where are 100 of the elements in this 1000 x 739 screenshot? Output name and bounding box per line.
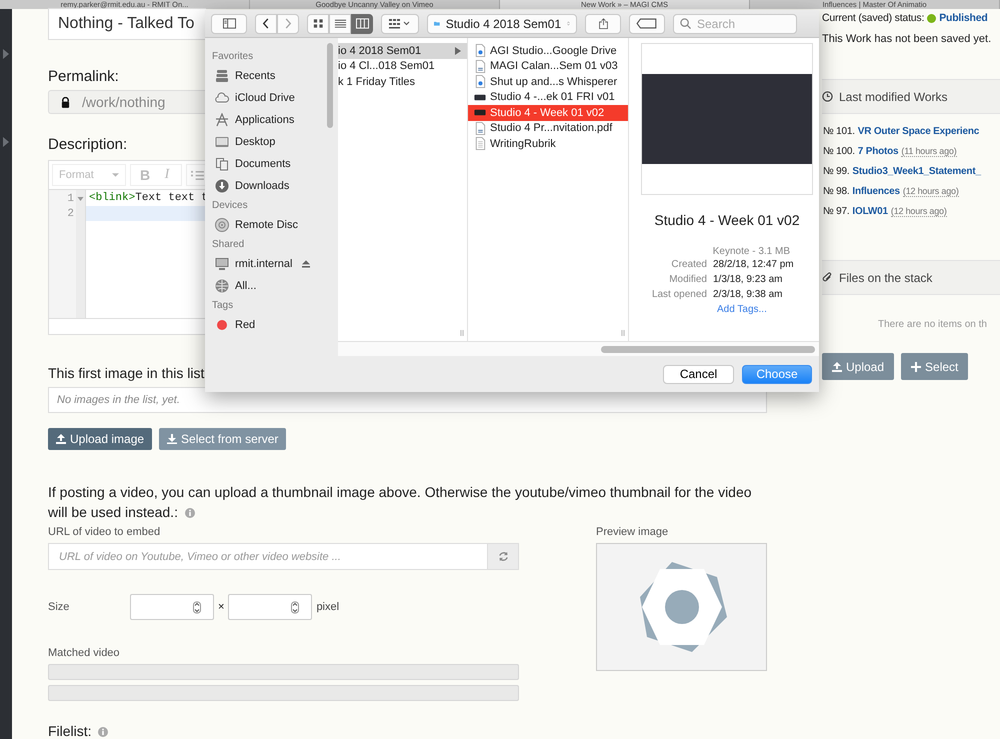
- times-sign: ×: [218, 601, 224, 613]
- stepper-icon[interactable]: [193, 600, 201, 614]
- sidebar-item[interactable]: All...: [212, 275, 335, 297]
- scrollbar[interactable]: [601, 346, 815, 352]
- sidebar-icon: [222, 18, 236, 29]
- document-icon: [474, 137, 486, 150]
- fold-icon[interactable]: [77, 196, 84, 201]
- sidebar-heading: Favorites: [212, 51, 254, 62]
- field-label: This first image in this list: [48, 365, 204, 382]
- work-link[interactable]: Influences: [852, 186, 900, 197]
- work-link[interactable]: IOLW01: [852, 206, 888, 217]
- field-label: Permalink:: [48, 68, 119, 85]
- refresh-button[interactable]: [488, 543, 519, 570]
- field-label: Matched video: [48, 647, 121, 659]
- sidebar-item[interactable]: Desktop: [212, 131, 335, 153]
- back-button[interactable]: [255, 14, 277, 34]
- file-row[interactable]: Shut up and...s Whisperer: [468, 74, 628, 90]
- share-button[interactable]: [585, 14, 621, 34]
- grid-icon: [312, 18, 324, 29]
- info-icon[interactable]: [184, 508, 195, 518]
- documents-icon: [215, 157, 229, 171]
- tag-button[interactable]: [629, 14, 665, 34]
- cloud-icon: [215, 91, 229, 105]
- search-field[interactable]: Search: [673, 14, 797, 34]
- column-resize-handle[interactable]: [621, 330, 625, 336]
- line-number: 2: [67, 208, 74, 220]
- disclosure-triangle-icon: [455, 46, 461, 55]
- sidebar-item[interactable]: Documents: [212, 153, 335, 175]
- file-row[interactable]: AGI Studio...Google Drive: [468, 43, 628, 58]
- sidebar-item[interactable]: Downloads: [212, 175, 335, 197]
- sidebar-item[interactable]: rmit.internal: [212, 253, 335, 275]
- back-icon: [262, 18, 270, 29]
- file-row[interactable]: WritingRubrik: [468, 136, 628, 152]
- sidebar-item[interactable]: Recents: [212, 65, 335, 87]
- paperclip-icon: [822, 272, 833, 283]
- column-resize-handle[interactable]: [460, 330, 464, 336]
- time-ago: (11 hours ago): [901, 146, 956, 157]
- work-link[interactable]: 7 Photos: [858, 146, 898, 157]
- view-mode-button[interactable]: [329, 14, 351, 34]
- lock-icon: [61, 96, 70, 108]
- path-dropdown[interactable]: Studio 4 2018 Sem01: [427, 14, 577, 34]
- add-tags-link[interactable]: Add Tags...: [717, 302, 767, 317]
- file-row[interactable]: MAGI Calan...Sem 01 v03: [468, 58, 628, 74]
- work-link[interactable]: VR Outer Space Experienc: [858, 126, 980, 137]
- eject-icon[interactable]: [302, 260, 310, 268]
- time-ago: (12 hours ago): [902, 186, 959, 197]
- desktop-icon: [215, 135, 229, 149]
- width-input[interactable]: [130, 594, 214, 620]
- share-icon: [596, 18, 610, 29]
- sidebar-toggle-button[interactable]: [211, 14, 247, 34]
- sidebar-heading: Devices: [212, 200, 249, 211]
- sidebar-item[interactable]: Remote Disc: [212, 214, 335, 236]
- applications-icon: [215, 113, 229, 127]
- file-row[interactable]: Studio 4 -...ek 01 FRI v01: [468, 90, 628, 105]
- meta-label: Last opened: [650, 288, 707, 302]
- numbered-list-icon[interactable]: [191, 170, 204, 181]
- field-label: Filelist:: [48, 723, 108, 739]
- permalink-value: /work/nothing: [82, 94, 166, 110]
- folder-row[interactable]: io 4 Cl...018 Sem01: [338, 58, 467, 74]
- sidebar-item[interactable]: Applications: [212, 109, 335, 131]
- line-number: 1: [67, 192, 74, 205]
- preview-filename: Studio 4 - Week 01 v02: [653, 212, 801, 228]
- work-number: № 101.: [823, 126, 855, 137]
- empty-message: There are no items on th: [877, 319, 988, 330]
- view-mode-button[interactable]: [307, 14, 329, 34]
- video-note: If posting a video, you can upload a thumbnail image above. Otherwise the youtube/vimeo thumbnail for the video will be used instead.:: [48, 483, 753, 522]
- time-ago: (12 hours ago): [890, 206, 947, 217]
- chevron-icon[interactable]: [3, 49, 9, 59]
- arrange-button[interactable]: [381, 14, 419, 34]
- url-input[interactable]: URL of video on Youtube, Vimeo or other video website ...: [48, 543, 488, 570]
- sidebar-heading: Tags: [212, 300, 234, 311]
- work-link[interactable]: Studio3_Week1_Statement_: [852, 166, 981, 177]
- document-icon: [474, 122, 486, 135]
- file-row[interactable]: Studio 4 Pr...nvitation.pdf: [468, 120, 628, 136]
- info-icon[interactable]: [98, 727, 108, 737]
- chevron-icon[interactable]: [3, 137, 9, 147]
- dialog-button[interactable]: Cancel: [663, 364, 734, 384]
- disc-icon: [215, 218, 229, 232]
- monitor-icon: [215, 257, 229, 271]
- list-icon: [334, 18, 346, 29]
- stepper-icon[interactable]: [291, 600, 300, 614]
- document-icon: [474, 60, 486, 73]
- stack-icon: [215, 69, 229, 83]
- sidebar-item[interactable]: iCloud Drive: [212, 87, 335, 109]
- save-note: This Work has not been saved yet.: [822, 33, 992, 45]
- folder-row[interactable]: k 1 Friday Titles: [338, 74, 467, 90]
- download-icon: [215, 179, 229, 193]
- view-mode-button[interactable]: [351, 14, 373, 34]
- scrollbar[interactable]: [327, 43, 333, 128]
- refresh-icon: [498, 551, 508, 562]
- folder-row[interactable]: io 4 2018 Sem01: [338, 43, 467, 58]
- meta-label: Modified: [668, 273, 707, 287]
- file-row[interactable]: Studio 4 - Week 01 v02: [468, 105, 628, 120]
- height-input[interactable]: [228, 594, 312, 620]
- work-number: № 99.: [823, 166, 850, 177]
- empty-message: No images in the list, yet.: [57, 394, 180, 406]
- image-button[interactable]: Upload image: [48, 428, 152, 450]
- title-field[interactable]: Nothing - Talked To: [48, 8, 206, 40]
- sidebar-item[interactable]: Red: [212, 314, 335, 336]
- document-icon: [474, 44, 486, 58]
